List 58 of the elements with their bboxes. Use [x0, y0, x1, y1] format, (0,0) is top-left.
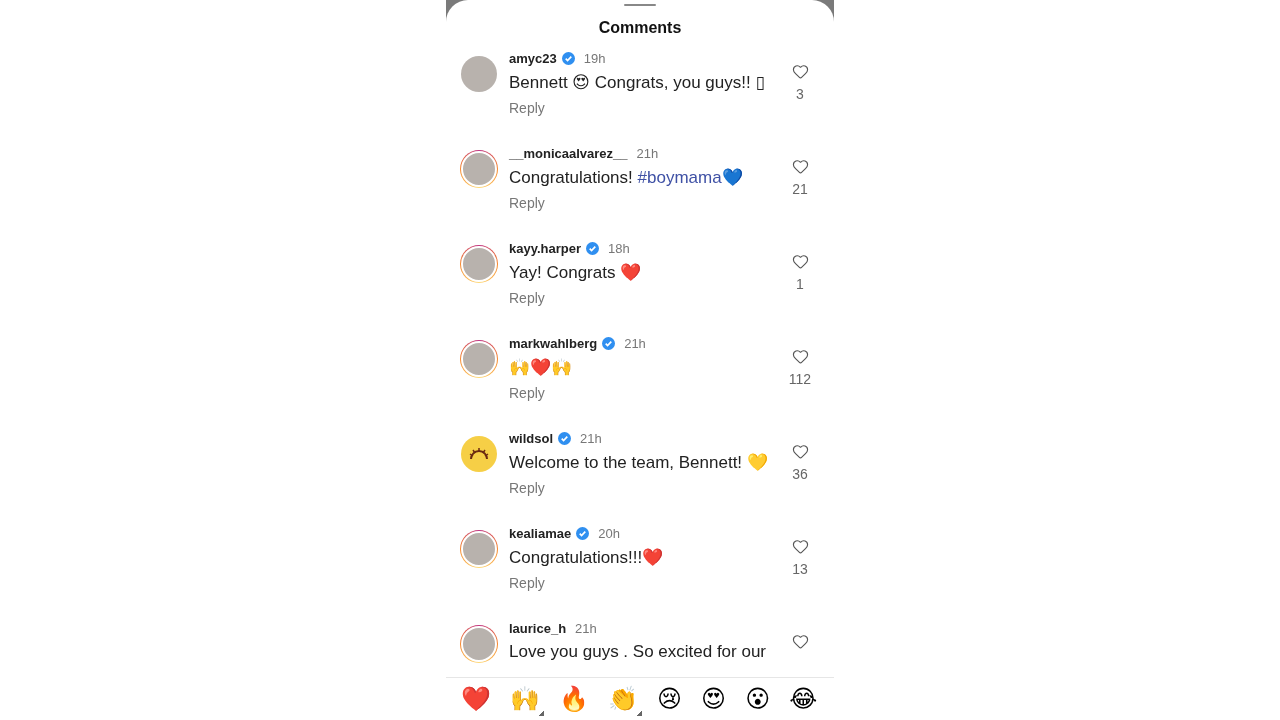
- comment-text: Congratulations!!!❤: [509, 547, 665, 569]
- avatar-photo-placeholder[interactable]: [460, 340, 498, 379]
- heart-icon[interactable]: [791, 348, 809, 366]
- username[interactable]: wildsol: [509, 431, 554, 447]
- avatar-photo-placeholder[interactable]: [460, 625, 498, 664]
- like-count: 36: [792, 466, 808, 483]
- verified-badge-icon: [561, 52, 575, 66]
- reply-link[interactable]: Reply: [509, 385, 545, 402]
- comment-text: Love you guys . So excited for our: [509, 642, 768, 663]
- reply-link[interactable]: Reply: [509, 290, 545, 307]
- username[interactable]: kealiamae: [509, 526, 572, 542]
- avatar-photo-placeholder[interactable]: [460, 150, 498, 189]
- heart-icon[interactable]: [791, 538, 809, 556]
- reply-link[interactable]: Reply: [509, 575, 545, 592]
- comment-time: 21h: [575, 621, 597, 637]
- comment-text: Congratulations! #boymama💙: [509, 167, 744, 189]
- heart-icon[interactable]: [791, 443, 809, 461]
- heart-icon[interactable]: [791, 633, 809, 651]
- username[interactable]: amyc23: [509, 51, 557, 67]
- verified-badge-icon: [576, 527, 590, 541]
- reply-link[interactable]: Reply: [509, 100, 545, 117]
- like-count: 1: [796, 276, 804, 293]
- like-count: 21: [792, 181, 808, 198]
- like-count: 13: [792, 561, 808, 578]
- comment-time: 18h: [608, 241, 630, 257]
- comment-time: 21h: [580, 431, 602, 447]
- reply-link[interactable]: Reply: [509, 195, 545, 212]
- avatar-photo-placeholder[interactable]: [460, 245, 498, 284]
- comment-text: Welcome to the team, Bennett! 💛: [509, 452, 769, 474]
- comment-text: Yay! Congrats ❤: [509, 262, 643, 284]
- username[interactable]: __monicaalvarez__: [509, 146, 628, 162]
- avatar-photo-placeholder[interactable]: [460, 530, 498, 569]
- sun-logo-avatar[interactable]: [461, 436, 497, 473]
- reply-link[interactable]: Reply: [509, 480, 545, 497]
- username[interactable]: laurice_h: [509, 621, 567, 637]
- comment-time: 21h: [624, 336, 646, 352]
- sheet-title: Comments: [598, 19, 682, 38]
- comment-time: 19h: [583, 51, 606, 67]
- emoji-reaction-button[interactable]: 😢: [654, 682, 686, 716]
- heart-icon[interactable]: [791, 158, 809, 176]
- comment-text: 🙌❤🙌: [509, 357, 573, 379]
- like-count: 112: [788, 371, 812, 388]
- username[interactable]: markwahlberg: [509, 336, 598, 352]
- emoji-reaction-button[interactable]: ❤: [458, 682, 495, 716]
- verified-badge-icon: [602, 337, 616, 351]
- comment-time: 20h: [598, 526, 620, 542]
- comment-time: 21h: [636, 146, 659, 162]
- comment-text: Bennett 😍 Congrats, you guys!! ▯: [509, 72, 766, 94]
- emoji-reaction-button[interactable]: 😂: [787, 682, 822, 716]
- like-count: 3: [796, 86, 804, 103]
- heart-icon[interactable]: [791, 253, 809, 271]
- heart-icon[interactable]: [791, 63, 809, 81]
- verified-badge-icon: [558, 432, 572, 446]
- verified-badge-icon: [586, 242, 600, 256]
- emoji-reaction-button[interactable]: 😮: [743, 682, 775, 716]
- username[interactable]: kayy.harper: [509, 241, 582, 257]
- emoji-reaction-button[interactable]: 😍: [699, 682, 731, 716]
- drag-handle[interactable]: [624, 4, 656, 7]
